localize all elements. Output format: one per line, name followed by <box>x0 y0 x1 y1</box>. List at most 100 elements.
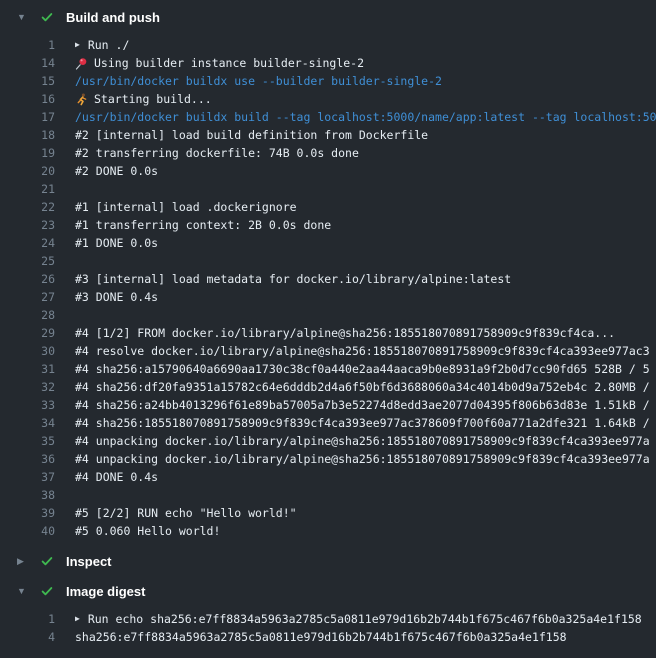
log-line-content: ▶ Run echo sha256:e7ff8834a5963a2785c5a08… <box>75 610 642 628</box>
line-number[interactable]: 16 <box>0 90 55 108</box>
expand-run-group-icon[interactable]: ▶ <box>75 610 80 628</box>
log-line: 19 #2 transferring dockerfile: 74B 0.0s … <box>0 144 656 162</box>
log-line-content: #4 sha256:df20fa9351a15782c64e6dddb2d4a6… <box>75 378 650 396</box>
step-title: Build and push <box>66 10 160 25</box>
line-number[interactable]: 36 <box>0 450 55 468</box>
log-section: ▼ Build and push 1 ▶ Run ./ 14 Using buil… <box>0 2 656 546</box>
log-line: 21 <box>0 180 656 198</box>
log-line-content: #1 [internal] load .dockerignore <box>75 198 297 216</box>
log-line-text: #4 resolve docker.io/library/alpine@sha2… <box>75 342 650 360</box>
line-number[interactable]: 14 <box>0 54 55 72</box>
step-header-build-and-push[interactable]: ▼ Build and push <box>0 2 656 32</box>
log-line: 4 sha256:e7ff8834a5963a2785c5a0811e979d1… <box>0 628 656 646</box>
log-line: 23 #1 transferring context: 2B 0.0s done <box>0 216 656 234</box>
chevron-down-icon: ▼ <box>17 10 29 24</box>
check-icon <box>40 584 54 598</box>
log-section: ▼ Image digest 1 ▶ Run echo sha256:e7ff88… <box>0 576 656 652</box>
log-line-text: #4 DONE 0.4s <box>75 468 158 486</box>
log-line-content: #4 [1/2] FROM docker.io/library/alpine@s… <box>75 324 615 342</box>
line-number[interactable]: 19 <box>0 144 55 162</box>
log-line: 30 #4 resolve docker.io/library/alpine@s… <box>0 342 656 360</box>
log-line: 18 #2 [internal] load build definition f… <box>0 126 656 144</box>
log-line-content: #4 unpacking docker.io/library/alpine@sh… <box>75 450 650 468</box>
line-number[interactable]: 4 <box>0 628 55 646</box>
log-line-text: #4 unpacking docker.io/library/alpine@sh… <box>75 450 650 468</box>
line-number[interactable]: 24 <box>0 234 55 252</box>
check-icon <box>40 554 54 568</box>
step-title: Image digest <box>66 584 145 599</box>
log-line-text: Run echo sha256:e7ff8834a5963a2785c5a081… <box>88 610 642 628</box>
line-number[interactable]: 35 <box>0 432 55 450</box>
step-header-image-digest[interactable]: ▼ Image digest <box>0 576 656 606</box>
log-line-text: /usr/bin/docker buildx build --tag local… <box>75 108 656 126</box>
log-line: 28 <box>0 306 656 324</box>
log-line-content: Starting build... <box>75 90 212 108</box>
log-line: 36 #4 unpacking docker.io/library/alpine… <box>0 450 656 468</box>
log-line-text: #2 [internal] load build definition from… <box>75 126 428 144</box>
line-number[interactable]: 23 <box>0 216 55 234</box>
log-line: 15 /usr/bin/docker buildx use --builder … <box>0 72 656 90</box>
step-log-lines: 1 ▶ Run echo sha256:e7ff8834a5963a2785c5a… <box>0 606 656 652</box>
line-number[interactable]: 21 <box>0 180 55 198</box>
line-number[interactable]: 22 <box>0 198 55 216</box>
log-line-text: #4 sha256:df20fa9351a15782c64e6dddb2d4a6… <box>75 378 650 396</box>
log-line-content: #3 [internal] load metadata for docker.i… <box>75 270 511 288</box>
log-line: 26 #3 [internal] load metadata for docke… <box>0 270 656 288</box>
log-line-text: #4 sha256:a15790640a6690aa1730c38cf0a440… <box>75 360 650 378</box>
line-number[interactable]: 32 <box>0 378 55 396</box>
log-line-text: #2 transferring dockerfile: 74B 0.0s don… <box>75 144 359 162</box>
log-line: 29 #4 [1/2] FROM docker.io/library/alpin… <box>0 324 656 342</box>
pushpin-icon <box>75 57 88 70</box>
log-line-text: #1 DONE 0.0s <box>75 234 158 252</box>
line-number[interactable]: 15 <box>0 72 55 90</box>
runner-icon <box>75 93 88 106</box>
line-number[interactable]: 31 <box>0 360 55 378</box>
line-number[interactable]: 1 <box>0 36 55 54</box>
line-number[interactable]: 30 <box>0 342 55 360</box>
log-section: ▶ Inspect <box>0 546 656 576</box>
line-number[interactable]: 17 <box>0 108 55 126</box>
log-line-text: Using builder instance builder-single-2 <box>94 54 364 72</box>
log-line-text: /usr/bin/docker buildx use --builder bui… <box>75 72 442 90</box>
log-line-content: #4 sha256:a24bb4013296f61e89ba57005a7b3e… <box>75 396 650 414</box>
expand-run-group-icon[interactable]: ▶ <box>75 36 80 54</box>
line-number[interactable]: 34 <box>0 414 55 432</box>
log-line: 35 #4 unpacking docker.io/library/alpine… <box>0 432 656 450</box>
log-line-text: #1 [internal] load .dockerignore <box>75 198 297 216</box>
log-line: 22 #1 [internal] load .dockerignore <box>0 198 656 216</box>
line-number[interactable]: 26 <box>0 270 55 288</box>
log-line-content: #4 resolve docker.io/library/alpine@sha2… <box>75 342 650 360</box>
line-number[interactable]: 1 <box>0 610 55 628</box>
log-line-text: Run ./ <box>88 36 130 54</box>
log-line-text: Starting build... <box>94 90 212 108</box>
log-line: 1 ▶ Run ./ <box>0 36 656 54</box>
log-line: 17 /usr/bin/docker buildx build --tag lo… <box>0 108 656 126</box>
log-line-content: #4 sha256:185518070891758909c9f839cf4ca3… <box>75 414 650 432</box>
line-number[interactable]: 33 <box>0 396 55 414</box>
log-line-content: /usr/bin/docker buildx build --tag local… <box>75 108 656 126</box>
line-number[interactable]: 28 <box>0 306 55 324</box>
line-number[interactable]: 37 <box>0 468 55 486</box>
line-number[interactable]: 38 <box>0 486 55 504</box>
line-number[interactable]: 25 <box>0 252 55 270</box>
line-number[interactable]: 40 <box>0 522 55 540</box>
log-line-content: sha256:e7ff8834a5963a2785c5a0811e979d16b… <box>75 628 567 646</box>
log-line: 32 #4 sha256:df20fa9351a15782c64e6dddb2d… <box>0 378 656 396</box>
log-line-text: #5 [2/2] RUN echo "Hello world!" <box>75 504 297 522</box>
log-line-content: /usr/bin/docker buildx use --builder bui… <box>75 72 442 90</box>
log-line-content: Using builder instance builder-single-2 <box>75 54 364 72</box>
log-line-content: #5 0.060 Hello world! <box>75 522 220 540</box>
log-line: 33 #4 sha256:a24bb4013296f61e89ba57005a7… <box>0 396 656 414</box>
line-number[interactable]: 20 <box>0 162 55 180</box>
log-line-text: #2 DONE 0.0s <box>75 162 158 180</box>
step-header-inspect[interactable]: ▶ Inspect <box>0 546 656 576</box>
chevron-down-icon: ▼ <box>17 584 29 598</box>
log-line: 20 #2 DONE 0.0s <box>0 162 656 180</box>
step-log-lines: 1 ▶ Run ./ 14 Using builder instance buil… <box>0 32 656 546</box>
line-number[interactable]: 27 <box>0 288 55 306</box>
log-line: 16 Starting build... <box>0 90 656 108</box>
log-line: 31 #4 sha256:a15790640a6690aa1730c38cf0a… <box>0 360 656 378</box>
line-number[interactable]: 18 <box>0 126 55 144</box>
line-number[interactable]: 39 <box>0 504 55 522</box>
line-number[interactable]: 29 <box>0 324 55 342</box>
